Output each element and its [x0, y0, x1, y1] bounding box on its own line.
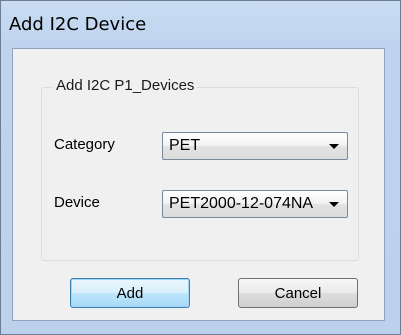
devices-groupbox	[41, 87, 359, 261]
device-label: Device	[54, 194, 100, 211]
window-title: Add I2C Device	[9, 14, 147, 35]
category-selected-value: PET	[169, 137, 201, 154]
dialog-client-area: Add I2C P1_Devices Category PET Device P…	[12, 48, 385, 321]
chevron-down-icon	[329, 144, 339, 149]
title-bar[interactable]: Add I2C Device	[1, 1, 400, 47]
category-dropdown[interactable]: PET	[162, 132, 348, 160]
groupbox-legend: Add I2C P1_Devices	[53, 77, 198, 94]
add-button[interactable]: Add	[70, 278, 190, 308]
cancel-button[interactable]: Cancel	[238, 278, 358, 308]
chevron-down-icon	[329, 202, 339, 207]
category-label: Category	[54, 136, 115, 153]
add-i2c-device-dialog: Add I2C Device Add I2C P1_Devices Catego…	[0, 0, 401, 335]
device-selected-value: PET2000-12-074NA	[169, 195, 314, 212]
device-dropdown[interactable]: PET2000-12-074NA	[162, 190, 348, 218]
